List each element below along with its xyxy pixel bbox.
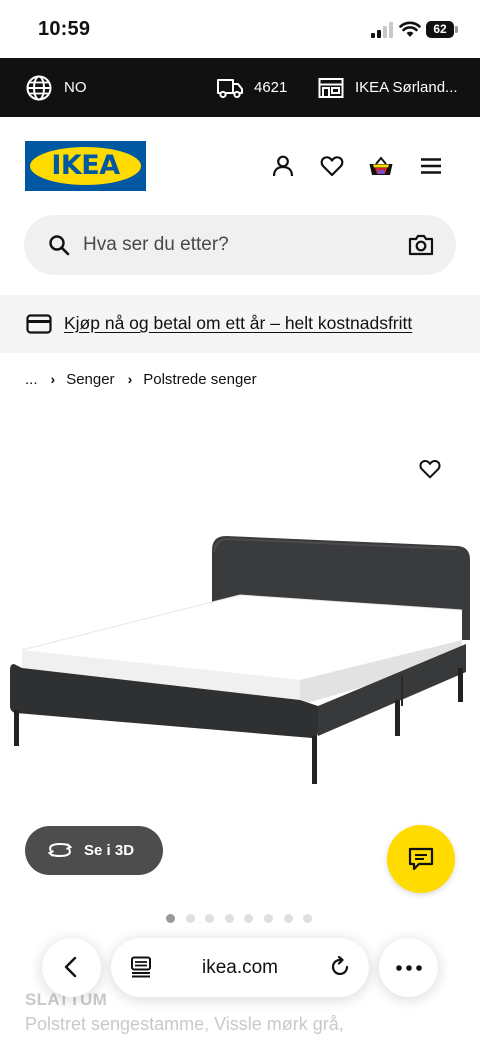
delivery-zip[interactable]: 4621: [216, 58, 287, 117]
search-icon[interactable]: [48, 234, 70, 256]
browser-back-button[interactable]: [42, 938, 101, 997]
product-image-bed[interactable]: [0, 520, 480, 800]
language-selector[interactable]: NO: [26, 58, 87, 117]
breadcrumb-item-senger[interactable]: Senger: [66, 371, 114, 388]
carousel-dot[interactable]: [283, 914, 293, 923]
view-in-3d-label: Se i 3D: [84, 842, 135, 859]
carousel-dot[interactable]: [224, 914, 234, 923]
chat-button[interactable]: [387, 825, 455, 893]
browser-more-button[interactable]: [379, 938, 438, 997]
utility-bar: NO 4621 IKEA Sørland...: [0, 58, 480, 117]
chevron-right-icon: ›: [127, 371, 133, 387]
camera-icon[interactable]: [408, 233, 434, 257]
credit-card-icon: [26, 314, 52, 334]
chevron-right-icon: ›: [50, 371, 56, 387]
globe-icon: [26, 75, 52, 100]
breadcrumb-ellipsis[interactable]: ...: [25, 371, 38, 388]
carousel-dot[interactable]: [166, 914, 175, 923]
reload-icon[interactable]: [329, 956, 351, 978]
hamburger-menu-icon[interactable]: [418, 153, 444, 179]
breadcrumb-item-polstrede-senger[interactable]: Polstrede senger: [143, 371, 256, 388]
more-dots-icon: [396, 965, 422, 971]
carousel-dot[interactable]: [303, 914, 313, 923]
heart-icon[interactable]: [319, 153, 345, 179]
store-icon: [318, 77, 344, 98]
cellular-signal-icon: [371, 22, 393, 38]
chat-icon: [408, 847, 434, 871]
basket-icon[interactable]: [368, 153, 394, 179]
battery-level: 62: [433, 22, 447, 36]
status-time: 10:59: [38, 18, 91, 40]
carousel-dot[interactable]: [205, 914, 215, 923]
browser-address-bar[interactable]: ikea.com: [111, 938, 369, 997]
store-selector[interactable]: IKEA Sørland...: [318, 58, 458, 117]
language-label: NO: [64, 79, 87, 96]
image-carousel-dots: [166, 914, 323, 924]
add-to-wishlist-heart-icon[interactable]: [418, 457, 442, 481]
search-bar[interactable]: [24, 215, 456, 275]
battery-icon: 62: [426, 21, 458, 38]
view-in-3d-button[interactable]: Se i 3D: [25, 826, 163, 875]
rotate-3d-icon: [47, 842, 73, 858]
status-bar: 10:59 62: [0, 0, 480, 58]
site-header: IKEA: [0, 117, 480, 215]
carousel-dot[interactable]: [244, 914, 254, 923]
account-icon[interactable]: [270, 153, 296, 179]
carousel-dot[interactable]: [263, 914, 273, 923]
zip-label: 4621: [254, 79, 288, 96]
product-description: Polstret sengestamme, Vissle mørk grå,: [25, 1014, 344, 1034]
financing-link[interactable]: Kjøp nå og betal om ett år – helt kostna…: [64, 295, 412, 351]
chevron-left-icon: [64, 956, 77, 978]
ikea-logo[interactable]: IKEA: [25, 141, 146, 191]
store-label: IKEA Sørland...: [355, 79, 458, 96]
financing-banner[interactable]: Kjøp nå og betal om ett år – helt kostna…: [0, 295, 480, 353]
truck-icon: [217, 78, 243, 98]
logo-text: IKEA: [51, 150, 120, 181]
carousel-dot[interactable]: [185, 914, 195, 923]
wifi-icon: [399, 21, 421, 37]
breadcrumb: ... › Senger › Polstrede senger: [25, 368, 257, 390]
search-input[interactable]: [83, 215, 383, 275]
